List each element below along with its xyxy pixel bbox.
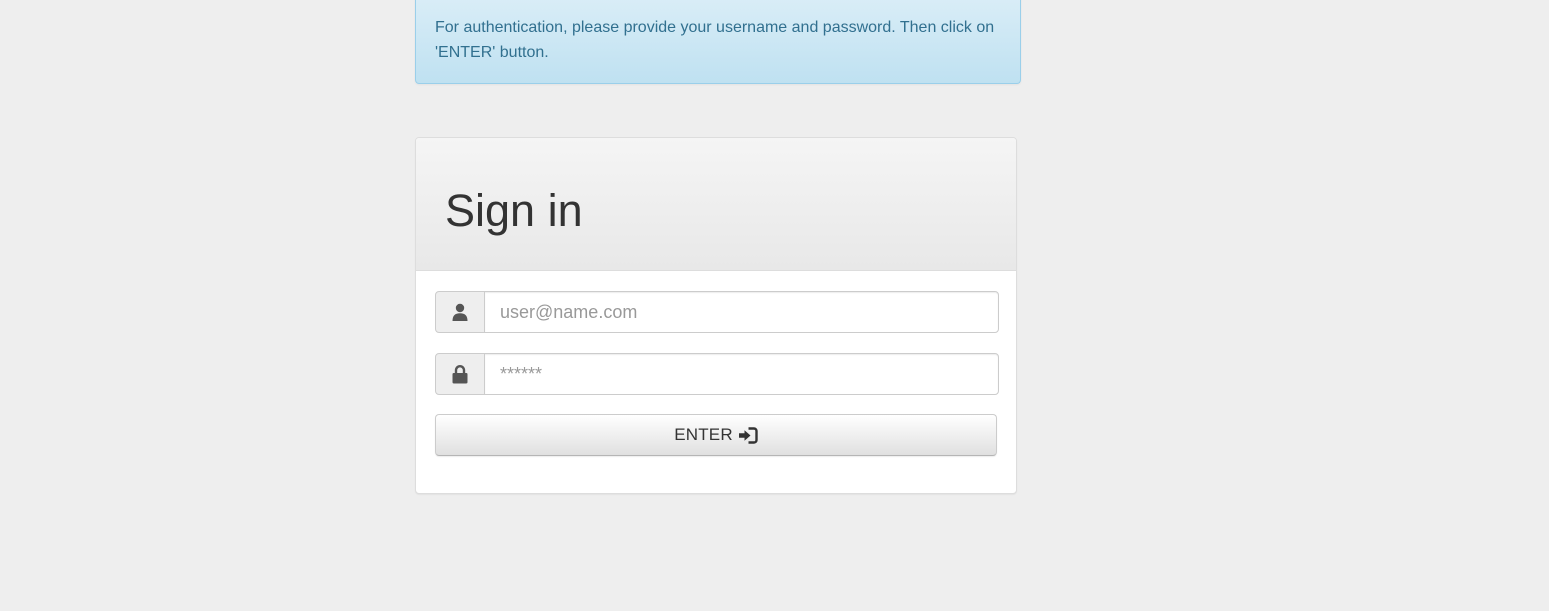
lock-icon bbox=[435, 353, 485, 395]
username-field[interactable] bbox=[484, 291, 999, 333]
user-icon bbox=[435, 291, 485, 333]
page-title: Sign in bbox=[445, 185, 583, 236]
password-input-group bbox=[435, 353, 999, 395]
sign-in-icon bbox=[738, 426, 758, 444]
password-field[interactable] bbox=[484, 353, 999, 395]
username-input-group bbox=[435, 291, 999, 333]
alert-message: For authentication, please provide your … bbox=[435, 19, 995, 61]
login-panel: Sign in ENTER bbox=[415, 137, 1017, 494]
panel-heading: Sign in bbox=[416, 138, 1016, 271]
enter-button[interactable]: ENTER bbox=[435, 414, 997, 456]
enter-button-label: ENTER bbox=[674, 425, 733, 444]
info-alert: For authentication, please provide your … bbox=[415, 0, 1021, 84]
